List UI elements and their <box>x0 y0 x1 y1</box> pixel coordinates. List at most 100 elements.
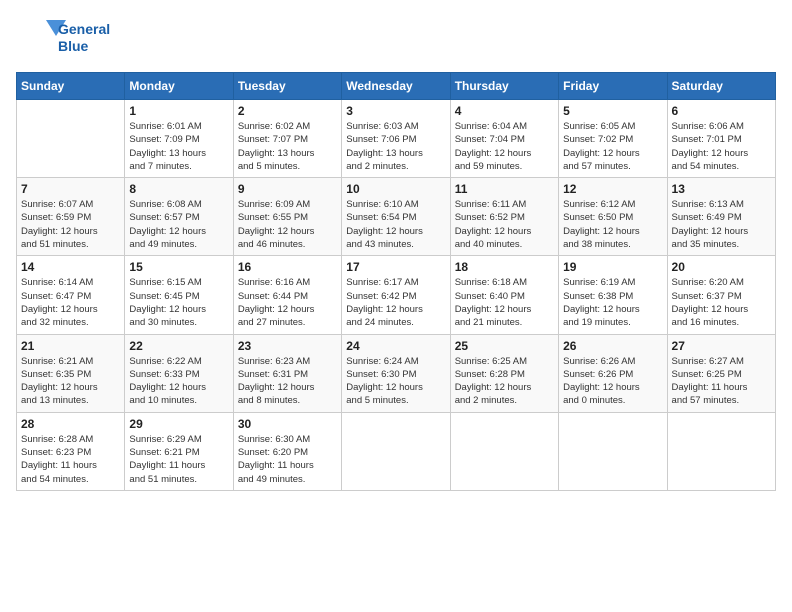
day-number: 19 <box>563 260 662 274</box>
day-info: Sunrise: 6:05 AM Sunset: 7:02 PM Dayligh… <box>563 120 662 173</box>
day-cell: 23 Sunrise: 6:23 AM Sunset: 6:31 PM Dayli… <box>233 334 341 412</box>
day-cell: 17 Sunrise: 6:17 AM Sunset: 6:42 PM Dayli… <box>342 256 450 334</box>
day-cell <box>559 412 667 490</box>
day-number: 4 <box>455 104 554 118</box>
day-number: 24 <box>346 339 445 353</box>
week-row-5: 28 Sunrise: 6:28 AM Sunset: 6:23 PM Dayli… <box>17 412 776 490</box>
day-info: Sunrise: 6:13 AM Sunset: 6:49 PM Dayligh… <box>672 198 771 251</box>
day-number: 1 <box>129 104 228 118</box>
header-friday: Friday <box>559 73 667 100</box>
day-cell: 30 Sunrise: 6:30 AM Sunset: 6:20 PM Dayli… <box>233 412 341 490</box>
day-number: 3 <box>346 104 445 118</box>
day-number: 26 <box>563 339 662 353</box>
day-number: 11 <box>455 182 554 196</box>
header-wednesday: Wednesday <box>342 73 450 100</box>
day-info: Sunrise: 6:17 AM Sunset: 6:42 PM Dayligh… <box>346 276 445 329</box>
day-cell: 15Sunrise: 6:15 AM Sunset: 6:45 PM Dayli… <box>125 256 233 334</box>
header-sunday: Sunday <box>17 73 125 100</box>
day-number: 18 <box>455 260 554 274</box>
day-number: 25 <box>455 339 554 353</box>
day-info: Sunrise: 6:23 AM Sunset: 6:31 PM Dayligh… <box>238 355 337 408</box>
day-info: Sunrise: 6:03 AM Sunset: 7:06 PM Dayligh… <box>346 120 445 173</box>
header-monday: Monday <box>125 73 233 100</box>
day-number: 21 <box>21 339 120 353</box>
day-info: Sunrise: 6:02 AM Sunset: 7:07 PM Dayligh… <box>238 120 337 173</box>
logo-general: General <box>58 21 110 38</box>
day-info: Sunrise: 6:01 AM Sunset: 7:09 PM Dayligh… <box>129 120 228 173</box>
day-cell: 21Sunrise: 6:21 AM Sunset: 6:35 PM Dayli… <box>17 334 125 412</box>
week-row-2: 7 Sunrise: 6:07 AM Sunset: 6:59 PM Daylig… <box>17 178 776 256</box>
day-info: Sunrise: 6:15 AM Sunset: 6:45 PM Dayligh… <box>129 276 228 329</box>
week-row-1: 1 Sunrise: 6:01 AM Sunset: 7:09 PM Daylig… <box>17 100 776 178</box>
day-info: Sunrise: 6:08 AM Sunset: 6:57 PM Dayligh… <box>129 198 228 251</box>
day-number: 2 <box>238 104 337 118</box>
day-number: 16 <box>238 260 337 274</box>
day-cell: 22 Sunrise: 6:22 AM Sunset: 6:33 PM Dayli… <box>125 334 233 412</box>
day-cell: 3 Sunrise: 6:03 AM Sunset: 7:06 PM Daylig… <box>342 100 450 178</box>
day-info: Sunrise: 6:07 AM Sunset: 6:59 PM Dayligh… <box>21 198 120 251</box>
day-info: Sunrise: 6:11 AM Sunset: 6:52 PM Dayligh… <box>455 198 554 251</box>
day-number: 30 <box>238 417 337 431</box>
day-cell: 11 Sunrise: 6:11 AM Sunset: 6:52 PM Dayli… <box>450 178 558 256</box>
day-cell: 20 Sunrise: 6:20 AM Sunset: 6:37 PM Dayli… <box>667 256 775 334</box>
day-cell: 12Sunrise: 6:12 AM Sunset: 6:50 PM Dayli… <box>559 178 667 256</box>
day-number: 5 <box>563 104 662 118</box>
day-cell: 13 Sunrise: 6:13 AM Sunset: 6:49 PM Dayli… <box>667 178 775 256</box>
day-cell: 8 Sunrise: 6:08 AM Sunset: 6:57 PM Daylig… <box>125 178 233 256</box>
day-cell: 19 Sunrise: 6:19 AM Sunset: 6:38 PM Dayli… <box>559 256 667 334</box>
day-info: Sunrise: 6:28 AM Sunset: 6:23 PM Dayligh… <box>21 433 120 486</box>
day-number: 29 <box>129 417 228 431</box>
header-saturday: Saturday <box>667 73 775 100</box>
day-info: Sunrise: 6:18 AM Sunset: 6:40 PM Dayligh… <box>455 276 554 329</box>
day-number: 17 <box>346 260 445 274</box>
day-cell: 28 Sunrise: 6:28 AM Sunset: 6:23 PM Dayli… <box>17 412 125 490</box>
week-row-3: 14Sunrise: 6:14 AM Sunset: 6:47 PM Dayli… <box>17 256 776 334</box>
logo-blue: Blue <box>58 38 110 55</box>
day-cell: 24Sunrise: 6:24 AM Sunset: 6:30 PM Dayli… <box>342 334 450 412</box>
page-header: GeneralBlue <box>16 16 776 60</box>
day-cell: 7 Sunrise: 6:07 AM Sunset: 6:59 PM Daylig… <box>17 178 125 256</box>
day-number: 13 <box>672 182 771 196</box>
day-cell: 29 Sunrise: 6:29 AM Sunset: 6:21 PM Dayli… <box>125 412 233 490</box>
day-number: 22 <box>129 339 228 353</box>
day-cell: 18 Sunrise: 6:18 AM Sunset: 6:40 PM Dayli… <box>450 256 558 334</box>
day-info: Sunrise: 6:29 AM Sunset: 6:21 PM Dayligh… <box>129 433 228 486</box>
day-info: Sunrise: 6:26 AM Sunset: 6:26 PM Dayligh… <box>563 355 662 408</box>
calendar-table: SundayMondayTuesdayWednesdayThursdayFrid… <box>16 72 776 491</box>
header-thursday: Thursday <box>450 73 558 100</box>
day-cell: 2 Sunrise: 6:02 AM Sunset: 7:07 PM Daylig… <box>233 100 341 178</box>
day-number: 20 <box>672 260 771 274</box>
day-info: Sunrise: 6:06 AM Sunset: 7:01 PM Dayligh… <box>672 120 771 173</box>
day-number: 27 <box>672 339 771 353</box>
day-info: Sunrise: 6:30 AM Sunset: 6:20 PM Dayligh… <box>238 433 337 486</box>
day-info: Sunrise: 6:09 AM Sunset: 6:55 PM Dayligh… <box>238 198 337 251</box>
week-row-4: 21Sunrise: 6:21 AM Sunset: 6:35 PM Dayli… <box>17 334 776 412</box>
day-cell: 16 Sunrise: 6:16 AM Sunset: 6:44 PM Dayli… <box>233 256 341 334</box>
day-info: Sunrise: 6:16 AM Sunset: 6:44 PM Dayligh… <box>238 276 337 329</box>
day-number: 7 <box>21 182 120 196</box>
day-number: 28 <box>21 417 120 431</box>
day-number: 9 <box>238 182 337 196</box>
day-info: Sunrise: 6:27 AM Sunset: 6:25 PM Dayligh… <box>672 355 771 408</box>
calendar-header-row: SundayMondayTuesdayWednesdayThursdayFrid… <box>17 73 776 100</box>
day-cell: 14Sunrise: 6:14 AM Sunset: 6:47 PM Dayli… <box>17 256 125 334</box>
day-info: Sunrise: 6:20 AM Sunset: 6:37 PM Dayligh… <box>672 276 771 329</box>
day-cell <box>342 412 450 490</box>
day-cell: 4 Sunrise: 6:04 AM Sunset: 7:04 PM Daylig… <box>450 100 558 178</box>
day-info: Sunrise: 6:25 AM Sunset: 6:28 PM Dayligh… <box>455 355 554 408</box>
day-cell: 10Sunrise: 6:10 AM Sunset: 6:54 PM Dayli… <box>342 178 450 256</box>
day-cell <box>667 412 775 490</box>
day-number: 6 <box>672 104 771 118</box>
header-tuesday: Tuesday <box>233 73 341 100</box>
day-cell: 1 Sunrise: 6:01 AM Sunset: 7:09 PM Daylig… <box>125 100 233 178</box>
day-info: Sunrise: 6:12 AM Sunset: 6:50 PM Dayligh… <box>563 198 662 251</box>
day-cell: 5 Sunrise: 6:05 AM Sunset: 7:02 PM Daylig… <box>559 100 667 178</box>
day-cell <box>17 100 125 178</box>
day-number: 23 <box>238 339 337 353</box>
day-number: 8 <box>129 182 228 196</box>
day-info: Sunrise: 6:19 AM Sunset: 6:38 PM Dayligh… <box>563 276 662 329</box>
day-cell: 27 Sunrise: 6:27 AM Sunset: 6:25 PM Dayli… <box>667 334 775 412</box>
day-info: Sunrise: 6:04 AM Sunset: 7:04 PM Dayligh… <box>455 120 554 173</box>
day-info: Sunrise: 6:10 AM Sunset: 6:54 PM Dayligh… <box>346 198 445 251</box>
day-info: Sunrise: 6:22 AM Sunset: 6:33 PM Dayligh… <box>129 355 228 408</box>
